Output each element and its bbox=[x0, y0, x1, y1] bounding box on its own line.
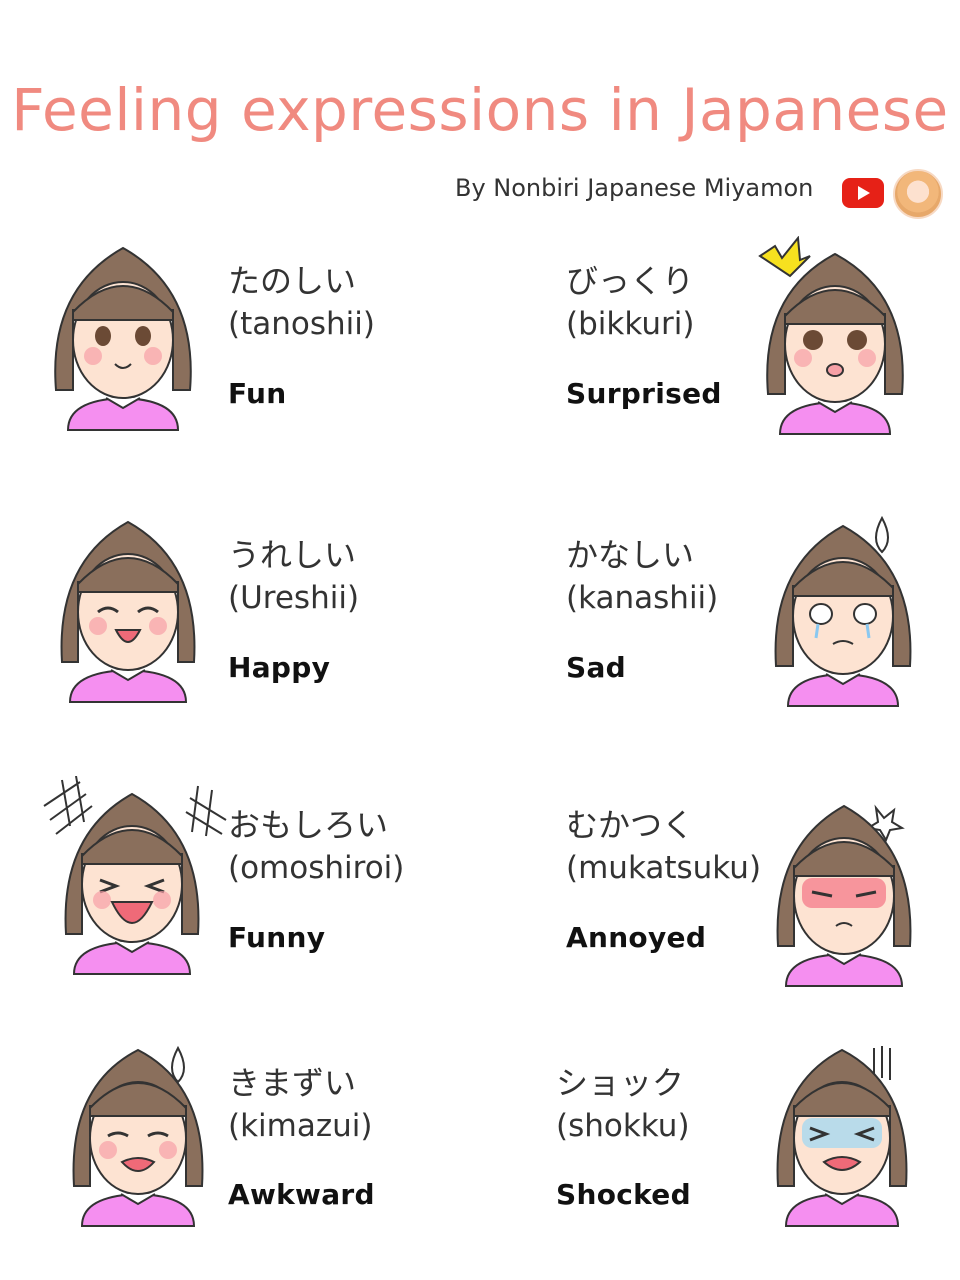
romaji: (bikkuri) bbox=[566, 306, 695, 342]
girl-happy-illustration bbox=[60, 520, 196, 703]
girl-shocked-illustration bbox=[776, 1046, 908, 1227]
english-meaning: Surprised bbox=[566, 377, 722, 410]
girl-surprised-illustration bbox=[758, 236, 904, 435]
girl-funny-illustration bbox=[43, 776, 227, 975]
japanese-word: ショック bbox=[556, 1064, 685, 1102]
english-meaning: Fun bbox=[228, 377, 287, 410]
english-meaning: Funny bbox=[228, 921, 326, 954]
girl-fun-illustration bbox=[54, 246, 192, 431]
japanese-word: たのしい bbox=[228, 262, 357, 300]
girl-awkward-illustration bbox=[72, 1045, 204, 1227]
japanese-word: かなしい bbox=[566, 536, 695, 574]
romaji: (omoshiroi) bbox=[228, 850, 405, 886]
english-meaning: Shocked bbox=[556, 1178, 691, 1211]
romaji: (kanashii) bbox=[566, 580, 719, 616]
byline: By Nonbiri Japanese Miyamon bbox=[455, 174, 814, 202]
author-avatar[interactable] bbox=[893, 169, 943, 219]
english-meaning: Awkward bbox=[228, 1178, 375, 1211]
girl-sad-illustration bbox=[774, 515, 912, 707]
shock-lines-icon bbox=[873, 1046, 891, 1080]
page-title: Feeling expressions in Japanese bbox=[11, 76, 949, 144]
japanese-word: きまずい bbox=[228, 1064, 357, 1102]
romaji: (kimazui) bbox=[228, 1108, 373, 1144]
romaji: (shokku) bbox=[556, 1108, 690, 1144]
japanese-word: おもしろい bbox=[228, 806, 389, 844]
japanese-word: うれしい bbox=[228, 536, 357, 574]
youtube-play-icon[interactable] bbox=[842, 178, 884, 208]
romaji: (Ureshii) bbox=[228, 580, 360, 616]
girl-annoyed-illustration bbox=[776, 804, 912, 987]
english-meaning: Annoyed bbox=[566, 921, 707, 954]
japanese-word: びっくり bbox=[566, 262, 695, 300]
romaji: (tanoshii) bbox=[228, 306, 375, 342]
romaji: (mukatsuku) bbox=[566, 850, 762, 886]
english-meaning: Sad bbox=[566, 651, 627, 684]
english-meaning: Happy bbox=[228, 651, 331, 684]
japanese-word: むかつく bbox=[566, 806, 695, 844]
